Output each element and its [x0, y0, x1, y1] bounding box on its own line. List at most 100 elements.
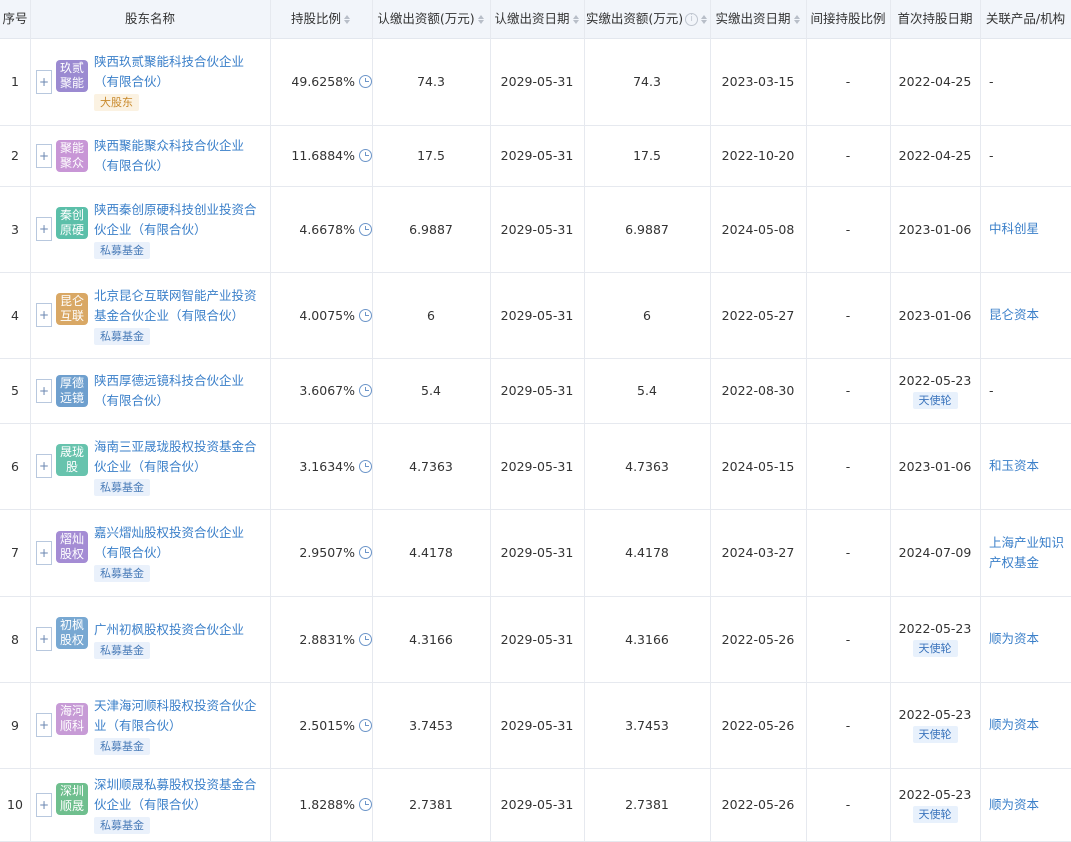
ratio-value: 2.5015%: [299, 717, 355, 733]
sort-icon[interactable]: [344, 15, 351, 24]
expand-button[interactable]: +: [36, 217, 52, 241]
history-icon[interactable]: [359, 149, 372, 162]
expand-button[interactable]: +: [36, 70, 52, 94]
subscribed-date-cell: 2029-05-31: [500, 307, 574, 323]
header-ratio[interactable]: 持股比例: [270, 0, 372, 38]
logo-text: 玖贰聚能: [59, 61, 84, 90]
related-cell[interactable]: 上海产业知识产权基金: [980, 509, 1071, 596]
round-tag[interactable]: 天使轮: [912, 726, 958, 743]
subscribed-amount-cell: 17.5: [417, 148, 445, 163]
related-cell[interactable]: 中科创星: [980, 186, 1071, 272]
header-paid-date[interactable]: 实缴出资日期: [710, 0, 806, 38]
history-icon[interactable]: [359, 632, 372, 646]
subscribed-date-cell: 2029-05-31: [500, 545, 574, 560]
column-divider: [584, 509, 585, 596]
related-cell[interactable]: 顺为资本: [980, 768, 1071, 841]
expand-button[interactable]: +: [36, 793, 52, 817]
column-divider: [890, 186, 891, 272]
shareholder-name-link[interactable]: 天津海河顺科股权投资合伙企业（有限合伙）: [94, 696, 264, 736]
paid-amount-cell: 4.3166: [625, 631, 669, 647]
sort-icon[interactable]: [572, 15, 580, 24]
shareholder-name-link[interactable]: 陕西聚能聚众科技合伙企业（有限合伙）: [94, 136, 264, 176]
related-cell[interactable]: 和玉资本: [980, 423, 1071, 509]
sort-icon[interactable]: [793, 15, 801, 24]
expand-button[interactable]: +: [36, 541, 52, 565]
column-divider: [710, 358, 711, 423]
column-divider: [372, 509, 373, 596]
shareholder-name-link[interactable]: 陕西厚德远镜科技合伙企业（有限合伙）: [94, 371, 264, 411]
paid-amount-cell: 6.9887: [625, 221, 669, 237]
shareholder-name-link[interactable]: 海南三亚晟珑股权投资基金合伙企业（有限合伙）: [94, 437, 264, 477]
round-tag[interactable]: 天使轮: [912, 391, 958, 409]
history-icon[interactable]: [359, 459, 372, 473]
shareholder-name-link[interactable]: 嘉兴熠灿股权投资合伙企业（有限合伙）: [94, 523, 264, 563]
related-cell[interactable]: 昆仑资本: [980, 272, 1071, 358]
related-cell[interactable]: 顺为资本: [980, 596, 1071, 682]
first-date-cell: 2022-05-23 天使轮: [890, 682, 980, 768]
column-divider: [980, 272, 981, 358]
header-paid-amount[interactable]: 实缴出资额(万元) i: [584, 0, 710, 38]
sort-icon[interactable]: [477, 15, 485, 24]
paid-date-cell: 2022-05-26: [721, 717, 795, 733]
history-icon[interactable]: [359, 798, 372, 811]
paid-amount-cell: 74.3: [633, 74, 661, 89]
column-divider: [710, 768, 711, 841]
history-icon[interactable]: [359, 546, 372, 559]
shareholder-name-link[interactable]: 陕西秦创原硬科技创业投资合伙企业（有限合伙）: [94, 200, 264, 240]
column-divider: [710, 272, 711, 358]
history-icon[interactable]: [359, 222, 372, 236]
column-divider: [490, 0, 491, 38]
expand-button[interactable]: +: [36, 713, 52, 737]
paid-date-cell: 2022-05-27: [721, 307, 795, 323]
table-row: 10 + 深圳顺晟 深圳顺晟私募股权投资基金合伙企业（有限合伙） 私募基金 1.…: [0, 768, 1071, 842]
header-subscribed-amount[interactable]: 认缴出资额(万元): [372, 0, 490, 38]
column-divider: [270, 358, 271, 423]
subscribed-amount-cell: 5.4: [421, 383, 441, 398]
shareholder-badge: 私募基金: [94, 641, 150, 659]
indirect-ratio-cell: -: [845, 458, 851, 474]
expand-button[interactable]: +: [36, 627, 52, 651]
column-divider: [806, 423, 807, 509]
history-icon[interactable]: [359, 384, 372, 397]
expand-button[interactable]: +: [36, 379, 52, 403]
column-divider: [490, 423, 491, 509]
shareholder-name-link[interactable]: 广州初枫股权投资合伙企业: [94, 620, 244, 640]
row-index: 9: [11, 717, 19, 733]
paid-amount-cell: 2.7381: [625, 797, 669, 812]
history-icon[interactable]: [359, 718, 372, 732]
column-divider: [490, 596, 491, 682]
shareholder-name-link[interactable]: 北京昆仑互联网智能产业投资基金合伙企业（有限合伙）: [94, 286, 264, 326]
column-divider: [584, 596, 585, 682]
shareholder-badge: 私募基金: [94, 565, 150, 582]
sort-icon[interactable]: [701, 15, 708, 24]
subscribed-date-cell: 2029-05-31: [500, 383, 574, 398]
indirect-ratio-cell: -: [845, 221, 851, 237]
expand-button[interactable]: +: [36, 144, 52, 168]
paid-date-cell: 2024-05-15: [721, 458, 795, 474]
shareholder-name-link[interactable]: 深圳顺晟私募股权投资基金合伙企业（有限合伙）: [94, 775, 264, 815]
first-date-value: 2022-05-23: [898, 372, 972, 388]
history-icon[interactable]: [359, 75, 372, 88]
shareholder-badge: 大股东: [94, 94, 139, 111]
shareholder-name-cell: 嘉兴熠灿股权投资合伙企业（有限合伙） 私募基金: [94, 509, 264, 596]
expand-button[interactable]: +: [36, 454, 52, 478]
shareholder-table: 序号 股东名称 持股比例 认缴出资额(万元) 认缴出资日期 实缴出资额(万元) i…: [0, 0, 1071, 842]
round-tag[interactable]: 天使轮: [912, 640, 958, 657]
related-cell[interactable]: 顺为资本: [980, 682, 1071, 768]
related-cell: -: [989, 73, 994, 89]
column-divider: [980, 596, 981, 682]
expand-button[interactable]: +: [36, 303, 52, 327]
paid-date-cell: 2022-08-30: [721, 383, 795, 398]
column-divider: [890, 423, 891, 509]
column-divider: [270, 768, 271, 841]
shareholder-name-link[interactable]: 陕西玖贰聚能科技合伙企业（有限合伙）: [94, 52, 264, 92]
column-divider: [710, 596, 711, 682]
subscribed-amount-cell: 3.7453: [409, 717, 453, 733]
column-divider: [890, 358, 891, 423]
header-paid-date-label: 实缴出资日期: [715, 11, 791, 26]
header-subscribed-date[interactable]: 认缴出资日期: [490, 0, 584, 38]
round-tag[interactable]: 天使轮: [912, 805, 958, 823]
history-icon[interactable]: [359, 308, 372, 322]
info-icon[interactable]: i: [685, 13, 699, 26]
row-index: 1: [11, 74, 19, 89]
